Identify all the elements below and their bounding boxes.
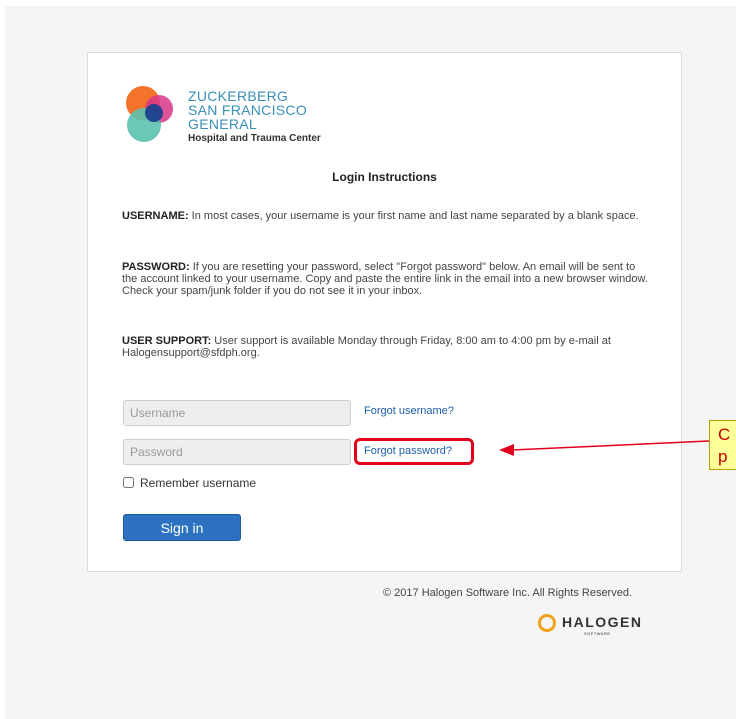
callout-line2: p xyxy=(718,447,728,466)
logo-name-line2: SAN FRANCISCO GENERAL xyxy=(188,102,308,132)
halogen-logo: HALOGEN SOFTWARE xyxy=(538,612,698,638)
logo-subtitle: Hospital and Trauma Center xyxy=(188,133,321,144)
page-title: Login Instructions xyxy=(332,170,437,184)
logo-name-line1: ZUCKERBERG xyxy=(188,88,289,104)
logo-mark-icon xyxy=(126,86,173,142)
password-input[interactable] xyxy=(123,439,351,465)
support-instructions-label: USER SUPPORT: xyxy=(122,335,212,347)
remember-username-checkbox[interactable] xyxy=(123,477,134,488)
halogen-subtitle: SOFTWARE xyxy=(584,631,611,636)
forgot-username-link[interactable]: Forgot username? xyxy=(364,405,454,417)
username-instructions-label: USERNAME: xyxy=(122,210,189,222)
username-instructions: USERNAME: In most cases, your username i… xyxy=(122,210,652,222)
copyright-text: © 2017 Halogen Software Inc. All Rights … xyxy=(383,587,633,599)
forgot-password-highlight xyxy=(354,438,474,465)
halogen-wordmark: HALOGEN xyxy=(562,614,643,630)
sign-in-button[interactable]: Sign in xyxy=(123,514,241,541)
password-instructions-text: If you are resetting your password, sele… xyxy=(122,261,648,297)
login-card: ZUCKERBERG SAN FRANCISCO GENERAL Hospita… xyxy=(87,52,682,572)
callout-arrow-icon xyxy=(499,440,710,456)
callout-line1: C xyxy=(718,425,731,444)
username-input[interactable] xyxy=(123,400,351,426)
halogen-ring-icon xyxy=(538,614,556,632)
annotation-callout: C p xyxy=(709,420,736,470)
password-instructions: PASSWORD: If you are resetting your pass… xyxy=(122,261,652,297)
remember-username-option[interactable]: Remember username xyxy=(123,476,256,490)
remember-username-label: Remember username xyxy=(140,476,257,490)
support-instructions: USER SUPPORT: User support is available … xyxy=(122,335,652,359)
username-instructions-text: In most cases, your username is your fir… xyxy=(188,210,639,222)
password-instructions-label: PASSWORD: xyxy=(122,261,190,273)
hospital-logo: ZUCKERBERG SAN FRANCISCO GENERAL Hospita… xyxy=(123,83,373,147)
